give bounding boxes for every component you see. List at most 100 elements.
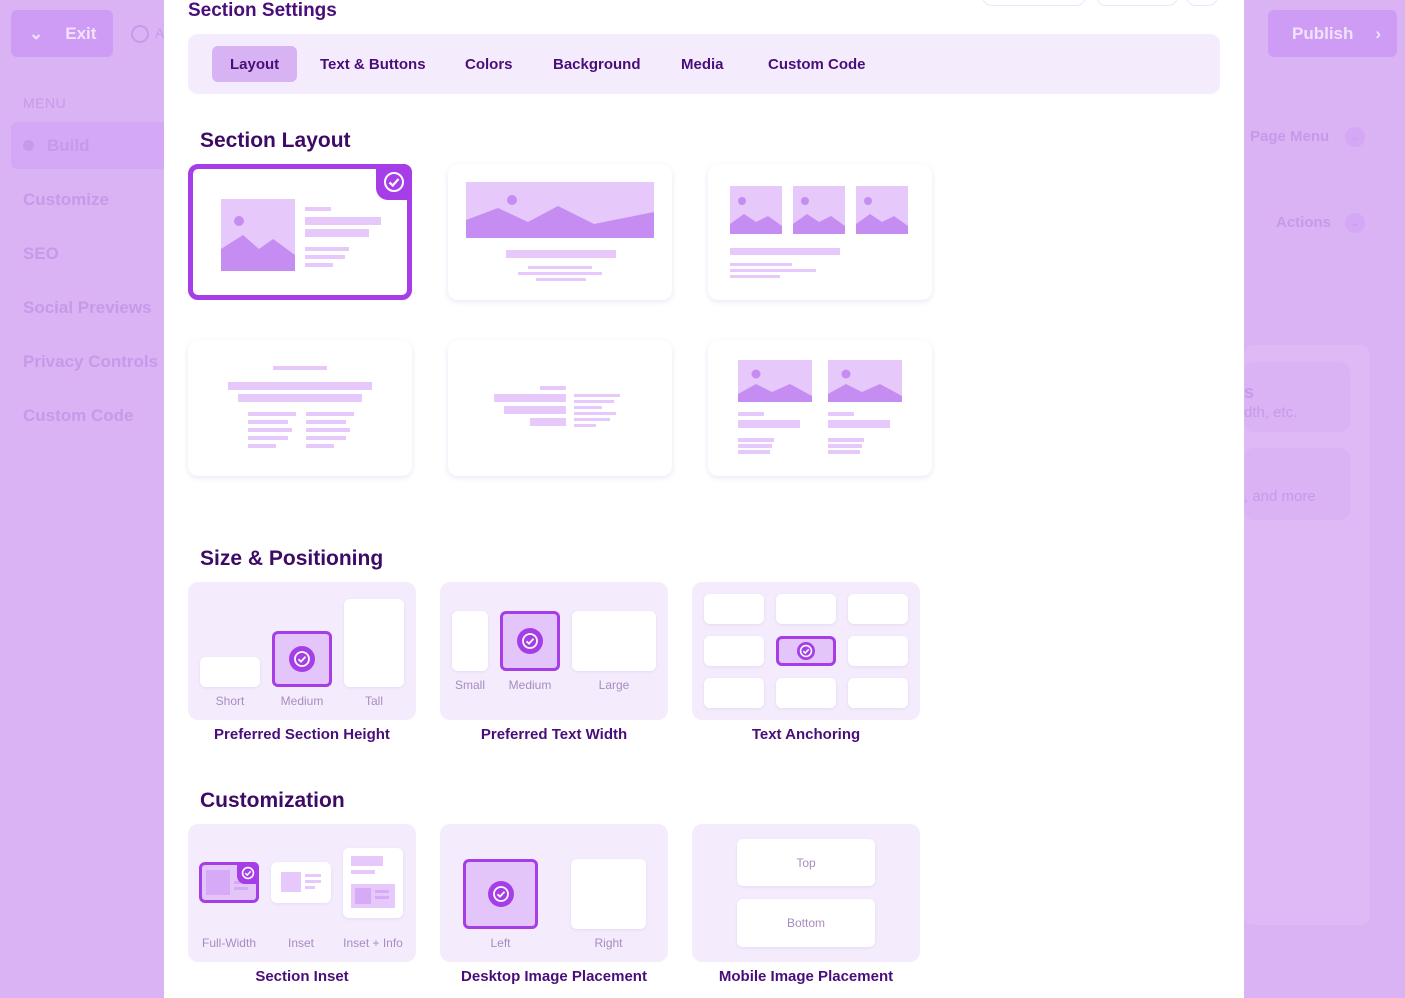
width-medium-option[interactable]: [500, 611, 560, 671]
text-placeholder: [248, 420, 288, 424]
width-small-option[interactable]: [452, 611, 488, 671]
text-placeholder: [306, 412, 354, 416]
layout-option-three-images[interactable]: [708, 164, 932, 300]
desktop-image-left-option[interactable]: [463, 859, 538, 929]
text-placeholder: [305, 207, 331, 211]
menu-heading: MENU: [23, 95, 67, 111]
text-placeholder: [574, 412, 616, 415]
layout-option-split-text[interactable]: [448, 340, 672, 476]
anchor-middle-right[interactable]: [848, 636, 908, 666]
anchor-middle-left[interactable]: [704, 636, 764, 666]
image-placeholder: [281, 872, 301, 892]
check-icon: [797, 642, 815, 660]
actions-chevron-icon: ⌄: [1345, 213, 1365, 233]
layout-option-image-left[interactable]: [188, 164, 412, 300]
image-placeholder-icon: [738, 360, 902, 402]
text-placeholder: [238, 394, 362, 402]
section-inset-label: Section Inset: [255, 968, 349, 985]
publish-button: Publish ›: [1268, 10, 1397, 57]
text-placeholder: [738, 444, 772, 448]
inset-full-width-option[interactable]: [199, 862, 259, 903]
text-anchoring-label: Text Anchoring: [751, 726, 861, 743]
width-medium-label: Medium: [508, 678, 552, 692]
layout-option-image-top[interactable]: [448, 164, 672, 300]
text-width-panel: Small Medium Large: [440, 582, 668, 720]
text-placeholder: [305, 229, 369, 237]
mobile-image-top-option[interactable]: Top: [737, 839, 875, 886]
layout-option-two-images[interactable]: [708, 340, 932, 476]
size-positioning-heading: Size & Positioning: [200, 547, 384, 570]
text-placeholder: [828, 450, 860, 454]
chevron-down-icon: ⌄: [29, 23, 44, 43]
header-control[interactable]: [1096, 0, 1178, 6]
text-placeholder: [351, 856, 383, 866]
anchor-bottom-right[interactable]: [848, 678, 908, 708]
desktop-image-panel: Left Right: [440, 824, 668, 962]
text-placeholder: [730, 269, 816, 272]
text-placeholder: [738, 420, 800, 428]
anchor-bottom-center[interactable]: [776, 678, 836, 708]
inset-plus-info-label: Inset + Info: [343, 936, 403, 950]
exit-button: ⌄ Exit: [11, 10, 113, 57]
anchor-middle-center[interactable]: [776, 636, 836, 666]
background-card-2: [1244, 448, 1350, 520]
tab-text-buttons[interactable]: Text & Buttons: [302, 46, 444, 82]
text-placeholder: [504, 406, 566, 414]
height-medium-option[interactable]: [272, 631, 332, 687]
header-control[interactable]: [982, 0, 1086, 6]
layout-option-text-columns[interactable]: [188, 340, 412, 476]
text-placeholder: [305, 217, 381, 225]
text-placeholder: [574, 418, 610, 421]
text-placeholder: [228, 382, 372, 390]
background-card-1: [1244, 362, 1350, 432]
tab-custom-code[interactable]: Custom Code: [750, 46, 884, 82]
anchor-top-right[interactable]: [848, 594, 908, 624]
inset-plus-info-option[interactable]: [343, 848, 403, 918]
text-placeholder: [375, 896, 389, 899]
text-placeholder: [574, 400, 614, 403]
text-placeholder: [305, 886, 315, 889]
tab-layout[interactable]: Layout: [212, 46, 298, 82]
sidebar-item-build: Build: [47, 136, 90, 155]
anchor-top-center[interactable]: [776, 594, 836, 624]
image-placeholder-icon: [221, 199, 295, 271]
text-placeholder: [574, 406, 602, 409]
text-placeholder: [305, 255, 345, 259]
text-placeholder: [306, 420, 346, 424]
close-icon[interactable]: [1186, 0, 1218, 6]
anchor-bottom-left[interactable]: [704, 678, 764, 708]
text-placeholder: [828, 444, 862, 448]
build-dot-icon: [23, 140, 34, 151]
sidebar-item-seo: SEO: [23, 244, 59, 263]
sidebar-item-social-previews: Social Previews: [23, 298, 152, 317]
width-large-option[interactable]: [572, 611, 656, 671]
tab-colors[interactable]: Colors: [447, 46, 531, 82]
customization-heading: Customization: [200, 789, 345, 812]
text-placeholder: [730, 248, 840, 255]
anchor-top-left[interactable]: [704, 594, 764, 624]
publish-label: Publish: [1292, 23, 1354, 43]
tab-media[interactable]: Media: [663, 46, 742, 82]
autosave-check-icon: [131, 25, 149, 43]
height-short-label: Short: [215, 694, 245, 708]
inset-option[interactable]: [271, 862, 331, 903]
tab-background[interactable]: Background: [535, 46, 659, 82]
text-placeholder: [305, 263, 333, 267]
desktop-image-right-option[interactable]: [571, 859, 646, 929]
height-tall-option[interactable]: [344, 599, 404, 687]
desktop-image-right-label: Right: [594, 936, 623, 950]
image-placeholder: [355, 888, 371, 904]
text-placeholder: [730, 263, 792, 266]
section-height-label: Preferred Section Height: [214, 726, 390, 743]
text-placeholder: [540, 386, 566, 390]
height-short-option[interactable]: [200, 657, 260, 687]
mobile-image-panel: Top Bottom: [692, 824, 920, 962]
sidebar-item-customize: Customize: [23, 190, 109, 209]
autosave-status: A: [155, 25, 165, 41]
text-placeholder: [518, 272, 602, 275]
text-anchoring-panel: [692, 582, 920, 720]
height-tall-label: Tall: [364, 694, 383, 708]
image-placeholder-icon: [730, 186, 908, 234]
mobile-image-bottom-option[interactable]: Bottom: [737, 899, 875, 947]
page-menu-chevron-icon: ⌄: [1345, 127, 1365, 147]
